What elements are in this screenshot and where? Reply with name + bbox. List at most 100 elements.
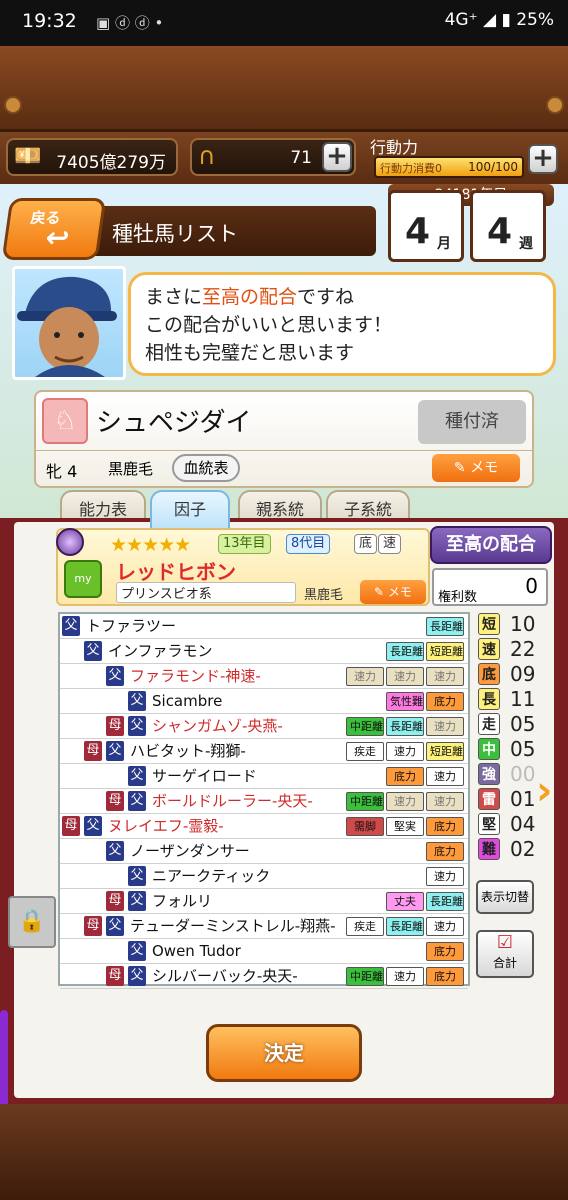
aptitude-tag: 速力: [346, 667, 384, 686]
back-arrow-icon: ↩: [43, 221, 72, 254]
stat-value: 11: [510, 687, 536, 711]
aptitude-tag: 疾走: [346, 742, 384, 761]
pedigree-row[interactable]: 父インファラモン 短距離 長距離: [60, 639, 468, 664]
pedigree-row[interactable]: 母父ヌレイエフ-霊毅- 底力 堅実 需脚: [60, 814, 468, 839]
mare-card[interactable]: ♘ シュペジダイ 種付済 牝 4 黒鹿毛 血統表 ✎ メモ: [34, 390, 534, 488]
pedigree-row[interactable]: 父ニアークティック 速力: [60, 864, 468, 889]
factor-stat: 中 05: [478, 737, 548, 762]
week-unit: 週: [519, 236, 533, 252]
stallion-memo-button[interactable]: ✎ メモ: [360, 580, 426, 604]
checkbox-icon: ☑: [496, 932, 514, 953]
rights-box: 権利数 0: [432, 568, 548, 606]
aptitude-tag: 速力: [426, 917, 464, 936]
aptitude-tag: 長距離: [426, 892, 464, 911]
pedigree-row[interactable]: 母父シャンガムゾ-央燕- 速力 長距離 中距離: [60, 714, 468, 739]
aptitude-tag: 疾走: [346, 917, 384, 936]
pedigree-row[interactable]: 父ファラモンド-神速- 速力 速力 速力: [60, 664, 468, 689]
aptitude-tag: 底力: [426, 817, 464, 836]
lineage-marker: 母: [84, 916, 102, 936]
stat-key: 長: [478, 688, 500, 710]
stat-value: 05: [510, 712, 536, 736]
pedigree-row[interactable]: 母父シルバーバック-央天- 底力 速力 中距離: [60, 964, 468, 989]
lineage-marker: 父: [128, 891, 146, 911]
pedigree-row[interactable]: 父トファラツー 長距離: [60, 614, 468, 639]
stallion-name: レッドヒボン: [116, 560, 236, 584]
lineage-marker: 父: [128, 716, 146, 736]
week-value: 4: [487, 211, 513, 252]
lineage-marker: 母: [84, 741, 102, 761]
lineage-marker: 父: [106, 666, 124, 686]
pedigree-row[interactable]: 母父ハビタット-翔獅- 短距離 速力 疾走: [60, 739, 468, 764]
ancestor-name: ノーザンダンサー: [130, 842, 250, 860]
system-indicators: 4G⁺ ◢ ▮ 25%: [444, 10, 554, 30]
add-action-button[interactable]: +: [528, 144, 558, 174]
action-label: 行動力: [370, 138, 419, 157]
lineage-marker: 父: [62, 616, 80, 636]
advisor-speech-bubble: まさに至高の配合ですね この配合がいいと思います！ 相性も完璧だと思います: [128, 272, 556, 376]
aptitude-tag: 速力: [426, 717, 464, 736]
aptitude-tag: 気性難: [386, 692, 424, 711]
stat-key: 雷: [478, 788, 500, 810]
action-points: 行動力 行動力消費0 100/100 +: [368, 134, 562, 184]
aptitude-tag: 速力: [386, 667, 424, 686]
aptitude-tag: 長距離: [386, 642, 424, 661]
ancestor-name: ヌレイエフ-霊毅-: [108, 817, 224, 835]
action-value: 100/100: [468, 160, 518, 174]
stat-key: 強: [478, 763, 500, 785]
lineage-marker: 母: [62, 816, 80, 836]
ancestor-name: シャンガムゾ-央燕-: [152, 717, 283, 735]
stat-key: 底: [478, 663, 500, 685]
stallion-header: ★★★★★ 13年目 8代目 底 速 my レッドヒボン プリンスビオ系 黒鹿毛…: [56, 528, 430, 606]
pedigree-row[interactable]: 父ノーザンダンサー 底力: [60, 839, 468, 864]
pedigree-row[interactable]: 父サーゲイロード 速力 底力: [60, 764, 468, 789]
decide-button[interactable]: 決定: [206, 1024, 362, 1082]
stat-value: 00: [510, 762, 536, 786]
add-horseshoe-button[interactable]: +: [322, 142, 352, 172]
pedigree-row[interactable]: 母父テューダーミンストレル-翔燕- 速力 長距離 疾走: [60, 914, 468, 939]
generation-badge: 8代目: [286, 534, 331, 554]
factor-stat: 底 09: [478, 662, 548, 687]
action-sub: 行動力消費0: [380, 162, 442, 175]
memo-edit-icon: ✎: [453, 460, 471, 476]
month-value: 4: [405, 211, 431, 252]
pedigree-row[interactable]: 母父フォルリ 長距離 丈夫: [60, 889, 468, 914]
lineage-marker: 母: [106, 791, 124, 811]
stat-value: 04: [510, 812, 536, 836]
advisor-avatar: [12, 266, 126, 380]
status-bar: 19:32 ▣ ⓓ ⓓ • 4G⁺ ◢ ▮ 25%: [0, 0, 568, 46]
my-stallion-icon: my: [64, 560, 102, 598]
factor-stat: 短 10: [478, 612, 548, 637]
lineage-marker: 父: [106, 916, 124, 936]
display-toggle-button[interactable]: 表示切替: [476, 880, 534, 914]
pedigree-table: 父トファラツー 長距離父インファラモン 短距離 長距離父ファラモンド-神速- 速力 速力速…: [58, 612, 470, 989]
aptitude-tag: 速力: [386, 967, 424, 986]
mare-sex-age: 牝 4: [46, 462, 78, 481]
rights-label: 権利数: [438, 590, 478, 605]
stat-value: 01: [510, 787, 536, 811]
aptitude-tag: 速力: [386, 742, 424, 761]
mare-memo-button[interactable]: ✎ メモ: [432, 454, 520, 482]
tab-factor[interactable]: 因子: [150, 490, 230, 528]
pedigree-row[interactable]: 父 Owen Tudor 底力: [60, 939, 468, 964]
stat-value: 22: [510, 637, 536, 661]
aptitude-tag: 中距離: [346, 792, 384, 811]
ancestor-name: インファラモン: [108, 642, 213, 660]
lock-icon[interactable]: 🔒: [8, 896, 56, 948]
aptitude-tag: 底力: [426, 692, 464, 711]
pedigree-button[interactable]: 血統表: [172, 454, 240, 482]
total-button[interactable]: ☑ 合計: [476, 930, 534, 978]
lineage-marker: 母: [106, 891, 124, 911]
aptitude-tag: 短距離: [426, 742, 464, 761]
page-title: 種牡馬リスト: [112, 222, 238, 246]
lineage-marker: 父: [84, 816, 102, 836]
next-page-arrow-icon[interactable]: ›: [536, 768, 552, 814]
pedigree-row[interactable]: 父 Sicambre 底力 気性難: [60, 689, 468, 714]
ancestor-name: トファラツー: [86, 617, 177, 635]
back-button[interactable]: 戻る ↩: [1, 198, 107, 260]
stat-value: 09: [510, 662, 536, 686]
ancestor-name: Owen Tudor: [152, 942, 241, 960]
speech-line-1: まさに至高の配合ですね: [145, 286, 355, 308]
pedigree-row[interactable]: 母父ボールドルーラー-央天- 速力 速力 中距離: [60, 789, 468, 814]
aptitude-tag: 底力: [386, 767, 424, 786]
money-icon: 💴: [14, 144, 42, 169]
